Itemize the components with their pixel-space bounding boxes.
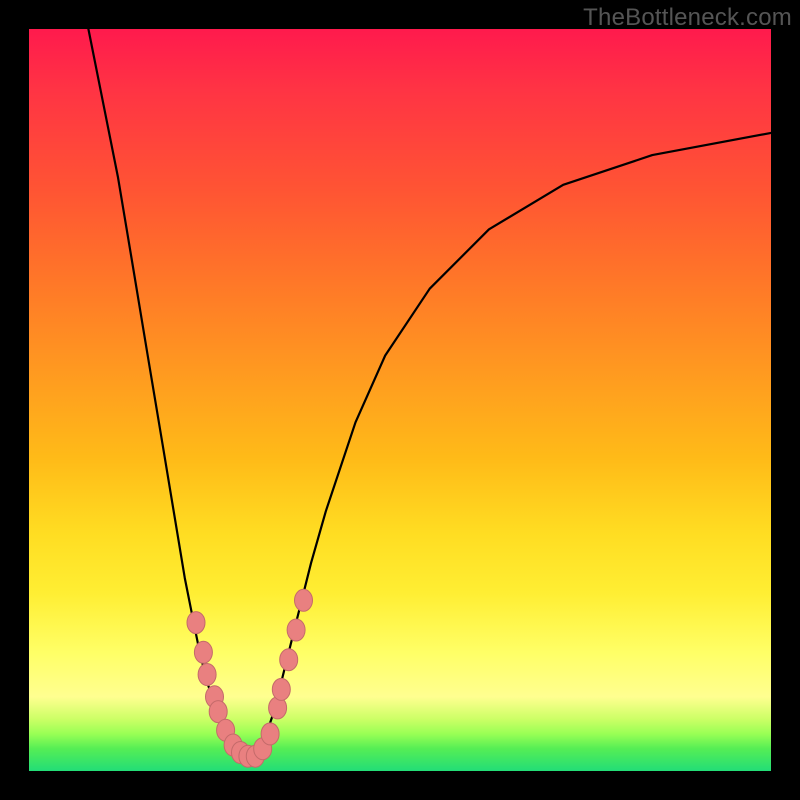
chart-frame: TheBottleneck.com — [0, 0, 800, 800]
watermark-text: TheBottleneck.com — [583, 4, 792, 32]
plot-gradient-background — [29, 29, 771, 771]
